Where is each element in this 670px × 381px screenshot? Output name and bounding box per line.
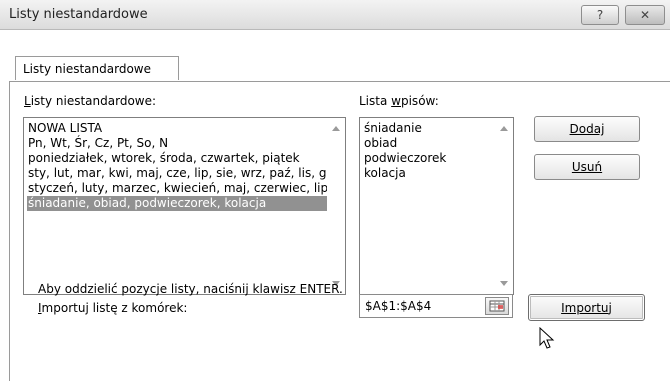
entries-label-accel: w [391,94,401,108]
entries-label-a: Lista [359,94,392,108]
scroll-down-icon[interactable] [500,281,508,286]
mouse-pointer-icon [539,327,555,349]
entry-line: śniadanie [364,121,422,135]
delete-button[interactable]: Usuń [534,154,640,180]
entries-items: śniadanie obiad podwieczorek kolacja [363,121,495,181]
help-button[interactable]: ? [581,5,619,25]
custom-list-item[interactable]: styczeń, luty, marzec, kwiecień, maj, cz… [27,181,327,196]
entry-line: obiad [364,136,398,150]
entry-line: podwieczorek [364,151,447,165]
custom-list-item[interactable]: sty, lut, mar, kwi, maj, cze, lip, sie, … [27,166,327,181]
hint-text: Aby oddzielić pozycje listy, naciśnij kl… [38,282,343,296]
window-title: Listy niestandardowe [9,7,148,22]
import-range-label: Importuj listę z komórek: [38,301,187,315]
scroll-up-icon[interactable] [500,126,508,131]
close-icon: ✕ [639,8,651,22]
import-range-input[interactable]: $A$1:$A$4 [359,294,513,318]
add-button[interactable]: Dodaj [534,116,640,142]
import-range-value: $A$1:$A$4 [365,299,432,313]
entries-scrollbar[interactable] [496,118,513,294]
custom-list-item[interactable]: poniedziałek, wtorek, środa, czwartek, p… [27,151,327,166]
custom-lists-label-accel: L [24,94,31,108]
custom-list-item[interactable]: NOWA LISTA [27,121,327,136]
entry-line: kolacja [364,166,406,180]
title-bar: Listy niestandardowe ? ✕ [0,0,670,30]
range-selector-icon [489,300,505,312]
import-range-label-rest: mportuj listę z komórek: [41,301,188,315]
close-button[interactable]: ✕ [625,5,665,25]
custom-lists-listbox[interactable]: NOWA LISTA Pn, Wt, Śr, Cz, Pt, So, Nponie… [23,117,346,295]
scroll-up-icon[interactable] [332,126,340,131]
entries-textbox[interactable]: śniadanie obiad podwieczorek kolacja [359,117,514,295]
custom-list-item[interactable]: Pn, Wt, Śr, Cz, Pt, So, N [27,136,327,151]
tab-custom-lists[interactable]: Listy niestandardowe [15,56,179,80]
delete-button-label: Usuń [571,160,603,174]
tab-label: Listy niestandardowe [23,62,151,76]
custom-list-item[interactable]: śniadanie, obiad, podwieczorek, kolacja [27,196,327,211]
import-button-label: Importuj [561,300,612,315]
help-icon: ? [596,8,604,22]
import-button[interactable]: Importuj [528,294,645,321]
custom-lists-label: Listy niestandardowe: [24,94,156,108]
dialog-client-area: Listy niestandardowe Listy niestandardow… [0,30,670,381]
range-collapse-button[interactable] [485,297,509,315]
entries-label-b: pisów: [400,94,439,108]
custom-lists-items: NOWA LISTA Pn, Wt, Śr, Cz, Pt, So, Nponie… [27,121,327,211]
custom-lists-label-rest: isty niestandardowe: [30,94,157,108]
custom-lists-scrollbar[interactable] [328,118,345,294]
add-button-label: Dodaj [569,122,605,136]
entries-label: Lista wpisów: [359,94,439,108]
